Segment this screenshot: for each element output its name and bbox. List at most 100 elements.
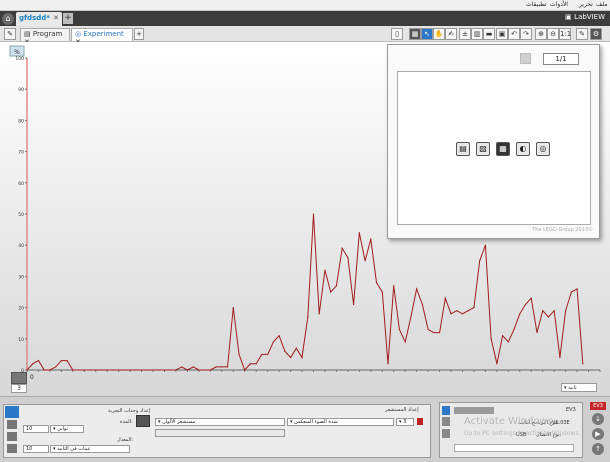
info-tab-icon[interactable] [442, 406, 450, 415]
data-point [387, 363, 389, 365]
data-point [186, 369, 189, 371]
content-editor-canvas[interactable]: ▤ ▨ ▦ ◐ ◎ [397, 71, 591, 225]
data-point [146, 369, 148, 371]
dropdown-arrow-icon: ▾ [158, 419, 161, 425]
time-unit-value: ثانية [568, 385, 577, 391]
duration-input[interactable]: 10 [23, 425, 49, 433]
image-icon[interactable]: ▨ [476, 142, 490, 156]
data-point [375, 282, 378, 284]
rate-unit-value: عينات في الثانية [57, 446, 91, 452]
data-point [100, 369, 103, 371]
data-point [60, 360, 62, 362]
data-point [209, 369, 211, 371]
data-point [232, 307, 234, 309]
dataset-icon[interactable]: ▦ [409, 28, 421, 40]
menu-edit[interactable]: تحرير [579, 1, 593, 8]
data-point [393, 285, 395, 287]
data-point [129, 369, 131, 371]
document-icon[interactable]: ▤ [456, 142, 470, 156]
labview-logo-icon: ▣ [565, 13, 572, 21]
data-point [255, 363, 257, 365]
x-tick-0: 0 [30, 374, 34, 381]
data-point [272, 341, 274, 343]
files-tab-icon[interactable] [442, 429, 450, 438]
tab-experiment[interactable]: ◎ Experiment ✕ [71, 28, 133, 46]
data-point [347, 257, 349, 259]
sensor-camera-icon[interactable] [11, 372, 27, 384]
redo-icon[interactable]: ↷ [520, 28, 532, 40]
tab-program[interactable]: ▤ Program ✕ [20, 28, 70, 46]
labview-logo: ▣ LabVIEW [565, 12, 609, 25]
data-point [158, 369, 160, 371]
time-unit-dropdown[interactable]: ▾ ثانية [561, 383, 597, 392]
table-icon[interactable]: ▥ [471, 28, 483, 40]
zoom-in-icon[interactable]: ⊕ [535, 28, 547, 40]
download-icon[interactable]: ↓ [592, 413, 604, 425]
target-icon[interactable]: ◎ [536, 142, 550, 156]
upload-icon[interactable]: ↑ [592, 443, 604, 455]
pan-icon[interactable]: ✋ [433, 28, 445, 40]
data-point [530, 297, 532, 299]
sensor-type-dropdown[interactable]: ▾ مستشعر الألوان [155, 418, 285, 426]
menu-file[interactable]: ملف [596, 1, 607, 8]
sound-icon[interactable]: ◐ [516, 142, 530, 156]
settings-icon[interactable]: ⚙ [590, 28, 602, 40]
close-project-icon[interactable]: ✕ [53, 14, 59, 22]
data-point [141, 369, 143, 371]
menu-tools[interactable]: الأدوات [550, 1, 568, 8]
sidebar-icon-1[interactable] [7, 420, 17, 429]
annotate-icon[interactable]: ✍ [445, 28, 457, 40]
project-tab[interactable]: gfdsdd* ✕ [16, 12, 62, 26]
zoom-reset-icon[interactable]: 1:1 [559, 28, 571, 40]
film-icon[interactable]: ▦ [496, 142, 510, 156]
sensor-mode-dropdown[interactable]: ▾ شدة الضوء المنعكس [287, 418, 394, 426]
data-point [301, 356, 303, 359]
dropdown-arrow-icon: ▾ [53, 426, 56, 432]
y-tick-label: 10 [18, 337, 24, 343]
data-point [37, 360, 40, 362]
y-tick-label: 20 [18, 306, 24, 312]
data-point [473, 307, 475, 309]
duration-unit-dropdown[interactable]: ▾ ثواني [50, 425, 84, 433]
y-tick-label: 60 [18, 181, 24, 187]
ports-tab-icon[interactable] [442, 417, 450, 426]
rate-unit-dropdown[interactable]: ▾ عينات في الثانية [50, 445, 130, 453]
rate-input[interactable]: 10 [23, 445, 49, 453]
tab-experiment-label: Experiment [83, 30, 124, 38]
document-icon[interactable]: ▯ [391, 28, 403, 40]
add-project-button[interactable]: + [63, 13, 73, 24]
add-tab-button[interactable]: + [134, 28, 144, 40]
analysis-icon[interactable]: ± [459, 28, 471, 40]
pointer-icon[interactable]: ↖ [421, 28, 433, 40]
sensor-icon[interactable] [136, 415, 150, 427]
lobby-home-icon[interactable]: ⌂ [2, 13, 14, 25]
data-point [335, 285, 338, 287]
port-dropdown[interactable]: ▾ 3 [396, 418, 414, 426]
data-point [307, 316, 309, 318]
config-gear-icon[interactable] [5, 406, 19, 418]
menu-apps[interactable]: تطبيقات [526, 1, 547, 8]
data-point [507, 341, 509, 343]
zoom-out-icon[interactable]: ⊖ [547, 28, 559, 40]
sensor-setup-title: إعداد المستشعر [385, 407, 419, 413]
project-tab-label: gfdsdd* [19, 14, 50, 22]
page-icon[interactable] [520, 53, 531, 64]
undo-icon[interactable]: ↶ [508, 28, 520, 40]
sidebar-icon-3[interactable] [7, 444, 17, 453]
data-point [226, 366, 229, 368]
brick-name: EV3 [566, 407, 576, 413]
sidebar-icon-2[interactable] [7, 432, 17, 441]
data-point [26, 369, 28, 371]
data-point [95, 369, 97, 371]
color-swatch[interactable] [417, 418, 423, 425]
run-icon[interactable]: ▶ [592, 428, 604, 440]
save-icon[interactable]: ▣ [496, 28, 508, 40]
data-point [450, 313, 452, 315]
content-editor-icon[interactable]: ✎ [576, 28, 588, 40]
wrench-icon[interactable]: ✎ [4, 28, 16, 40]
data-point [289, 356, 292, 359]
graph-icon[interactable]: ▬ [483, 28, 495, 40]
data-point [238, 353, 240, 355]
data-point [169, 369, 171, 371]
data-point [312, 213, 315, 215]
